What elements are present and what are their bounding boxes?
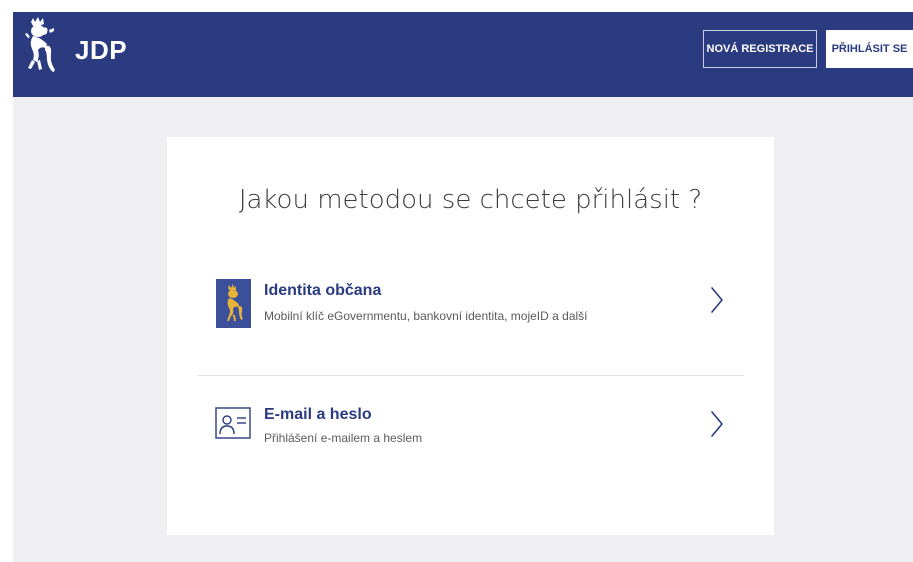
app-window: JDP NOVÁ REGISTRACE PŘIHLÁSIT SE Jakou m… [13, 12, 913, 562]
method-subtitle: Přihlášení e-mailem a heslem [264, 431, 423, 445]
new-registration-button[interactable]: NOVÁ REGISTRACE [703, 30, 817, 68]
id-card-icon [215, 407, 251, 439]
method-title: Identita občana [264, 282, 382, 299]
top-navigation-bar: JDP NOVÁ REGISTRACE PŘIHLÁSIT SE [13, 12, 913, 97]
method-subtitle: Mobilní klíč eGovernmentu, bankovní iden… [264, 309, 588, 323]
method-email-password[interactable]: E-mail a heslo Přihlášení e-mailem a hes… [197, 377, 744, 465]
chevron-right-icon [711, 287, 723, 313]
chevron-right-icon [711, 411, 723, 437]
method-title: E-mail a heslo [264, 406, 372, 423]
login-method-card: Jakou metodou se chcete přihlásit ? Iden… [167, 137, 774, 535]
method-divider [197, 375, 744, 376]
page-title: Jakou metodou se chcete přihlásit ? [238, 185, 703, 215]
citizen-identity-icon [216, 279, 251, 328]
czech-lion-icon [25, 17, 55, 72]
brand-title: JDP [75, 35, 128, 65]
login-button[interactable]: PŘIHLÁSIT SE [826, 30, 913, 68]
method-citizen-identity[interactable]: Identita občana Mobilní klíč eGovernment… [197, 255, 744, 343]
